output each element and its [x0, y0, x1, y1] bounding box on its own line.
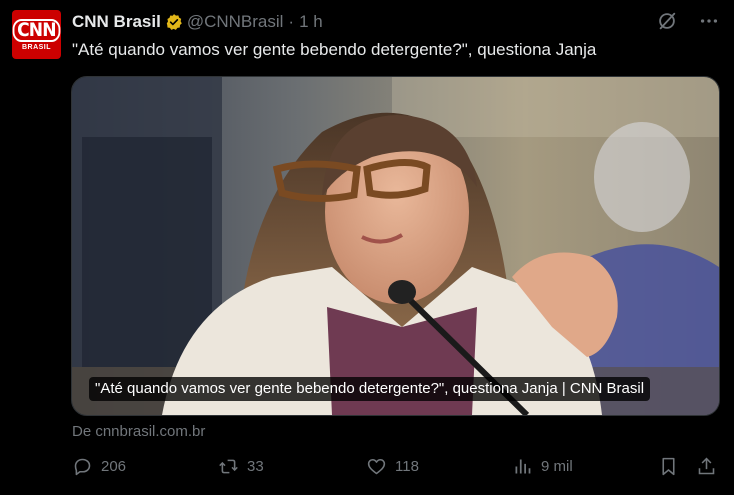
verified-badge-icon[interactable]	[165, 13, 183, 31]
like-icon	[367, 458, 386, 475]
card-source[interactable]: De cnnbrasil.com.br	[72, 423, 205, 440]
more-icon[interactable]	[698, 10, 720, 32]
share-button[interactable]	[696, 456, 717, 477]
link-card[interactable]: "Até quando vamos ver gente bebendo dete…	[71, 76, 720, 416]
views-icon	[515, 459, 531, 474]
author-name[interactable]: CNN Brasil	[72, 12, 161, 32]
tweet-text: "Até quando vamos ver gente bebendo dete…	[72, 40, 597, 59]
tweet-header: CNN Brasil @CNNBrasil · 1 h	[72, 11, 323, 33]
grok-icon[interactable]	[656, 10, 678, 32]
article-photo	[72, 77, 719, 415]
repost-count: 33	[247, 458, 264, 475]
reply-icon	[74, 458, 91, 476]
repost-icon	[219, 459, 238, 474]
avatar-logo: CNN	[12, 18, 61, 42]
card-caption: "Até quando vamos ver gente bebendo dete…	[89, 377, 651, 401]
bookmark-button[interactable]	[658, 456, 679, 477]
like-count: 118	[395, 458, 419, 475]
reply-button[interactable]: 206	[72, 456, 126, 477]
avatar-sub: BRASIL	[21, 43, 52, 51]
action-bar: 206 33 118 9 mil	[72, 456, 718, 482]
avatar[interactable]: CNN BRASIL	[12, 10, 61, 59]
author-handle[interactable]: @CNNBrasil	[187, 12, 284, 32]
reply-count: 206	[101, 458, 127, 475]
views-button[interactable]: 9 mil	[512, 456, 573, 477]
separator-dot: ·	[288, 12, 295, 31]
bookmark-icon	[662, 457, 675, 476]
timestamp[interactable]: 1 h	[299, 12, 323, 32]
top-actions	[656, 10, 720, 32]
share-icon	[698, 457, 715, 475]
repost-button[interactable]: 33	[218, 456, 264, 477]
like-button[interactable]: 118	[366, 456, 419, 477]
views-count: 9 mil	[541, 458, 573, 475]
